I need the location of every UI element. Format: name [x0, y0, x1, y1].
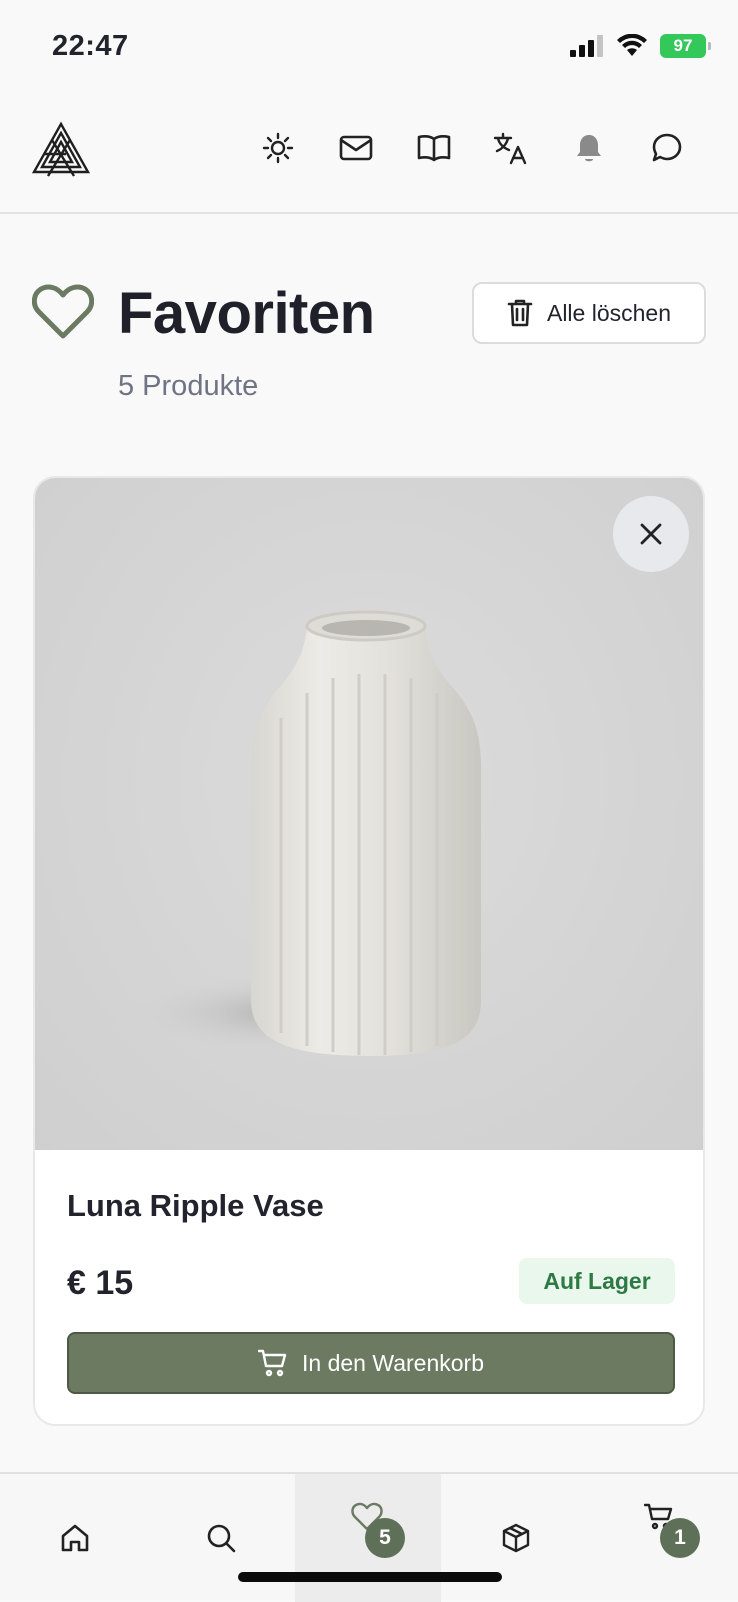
product-image[interactable] — [35, 478, 703, 1150]
bell-icon[interactable] — [569, 128, 609, 168]
vase-illustration — [135, 610, 481, 1056]
nav-favorites[interactable]: 5 — [295, 1474, 441, 1602]
close-icon — [640, 523, 662, 545]
app-header — [0, 92, 738, 214]
heart-icon — [32, 284, 94, 339]
status-time: 22:47 — [52, 29, 129, 62]
wifi-icon — [617, 34, 647, 56]
status-icons: 97 — [570, 34, 711, 58]
product-count: 5 Produkte — [118, 370, 259, 402]
home-icon — [61, 1524, 89, 1552]
clear-all-button[interactable]: Alle löschen — [472, 282, 706, 344]
product-card[interactable]: Luna Ripple Vase € 15 Auf Lager In den W… — [33, 476, 705, 1426]
clear-all-label: Alle löschen — [546, 299, 672, 326]
nav-home[interactable] — [2, 1474, 148, 1602]
product-name[interactable]: Luna Ripple Vase — [67, 1188, 324, 1224]
stock-badge: Auf Lager — [519, 1258, 675, 1304]
mail-icon[interactable] — [336, 128, 376, 168]
chat-icon[interactable] — [647, 128, 687, 168]
cart-icon — [258, 1349, 287, 1377]
nav-products[interactable] — [443, 1474, 589, 1602]
book-icon[interactable] — [414, 128, 454, 168]
brand-logo-icon[interactable] — [30, 120, 92, 180]
home-indicator — [238, 1572, 502, 1582]
theme-sun-icon[interactable] — [258, 128, 298, 168]
product-price: € 15 — [67, 1264, 134, 1302]
nav-search[interactable] — [148, 1474, 294, 1602]
remove-favorite-button[interactable] — [613, 496, 689, 572]
favorites-count-badge: 5 — [365, 1518, 405, 1558]
page-title-row: Favoriten 5 Produkte Alle löschen — [0, 270, 738, 420]
add-to-cart-label: In den Warenkorb — [302, 1349, 484, 1376]
battery-level: 97 — [673, 36, 693, 55]
battery-charging-icon: 97 — [660, 34, 711, 58]
trash-icon — [507, 299, 533, 327]
signal-icon — [570, 35, 603, 57]
page-title: Favoriten — [118, 281, 375, 346]
nav-cart[interactable]: 1 — [590, 1474, 736, 1602]
cart-count-badge: 1 — [660, 1518, 700, 1558]
box-icon — [502, 1523, 530, 1553]
add-to-cart-button[interactable]: In den Warenkorb — [67, 1332, 675, 1394]
translate-icon[interactable] — [491, 128, 531, 168]
search-icon — [207, 1524, 236, 1553]
status-bar: 22:47 97 — [0, 0, 738, 92]
